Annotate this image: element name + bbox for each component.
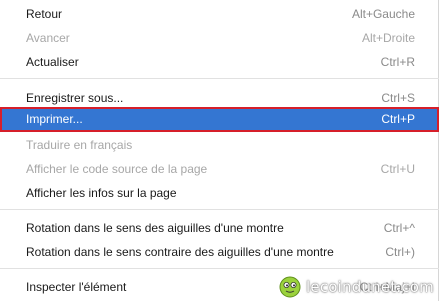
menu-item-shortcut: Ctrl+) <box>385 245 415 259</box>
menu-item-rotation-horaire[interactable]: Rotation dans le sens des aiguilles d'un… <box>0 216 439 240</box>
menu-item-label: Afficher les infos sur la page <box>26 186 177 200</box>
menu-item-shortcut: Ctrl+U <box>380 162 415 176</box>
menu-item-code-source: Afficher le code source de la page Ctrl+… <box>0 157 439 181</box>
menu-item-infos-page[interactable]: Afficher les infos sur la page <box>0 181 439 205</box>
menu-separator <box>0 268 439 269</box>
menu-item-label: Avancer <box>26 31 70 45</box>
menu-item-shortcut: Ctrl+R <box>380 55 415 69</box>
menu-item-label: Retour <box>26 7 63 21</box>
watermark-text: lecoindunet.com <box>306 278 434 296</box>
menu-item-label: Imprimer... <box>26 112 83 126</box>
menu-item-label: Rotation dans le sens contraire des aigu… <box>26 245 334 259</box>
menu-item-label: Traduire en français <box>26 138 133 152</box>
menu-item-label: Inspecter l'élément <box>26 280 127 294</box>
menu-item-actualiser[interactable]: Actualiser Ctrl+R <box>0 50 439 74</box>
menu-item-shortcut: Alt+Droite <box>361 31 415 45</box>
menu-separator <box>0 209 439 210</box>
menu-item-retour[interactable]: Retour Alt+Gauche <box>0 2 439 26</box>
menu-item-traduire: Traduire en français <box>0 133 439 157</box>
smiley-icon <box>279 276 301 298</box>
menu-item-avancer: Avancer Alt+Droite <box>0 26 439 50</box>
menu-item-shortcut: Alt+Gauche <box>351 7 415 21</box>
menu-item-rotation-antihoraire[interactable]: Rotation dans le sens contraire des aigu… <box>0 240 439 264</box>
menu-item-shortcut: Ctrl+P <box>381 112 415 126</box>
menu-separator <box>0 78 439 79</box>
menu-item-label: Actualiser <box>26 55 79 69</box>
menu-item-imprimer[interactable]: Imprimer... Ctrl+P <box>0 107 439 132</box>
menu-item-shortcut: Ctrl+^ <box>383 221 415 235</box>
menu-item-label: Afficher le code source de la page <box>26 162 208 176</box>
watermark: lecoindunet.com <box>279 275 434 299</box>
context-menu: Retour Alt+Gauche Avancer Alt+Droite Act… <box>0 0 439 301</box>
menu-item-label: Rotation dans le sens des aiguilles d'un… <box>26 221 284 235</box>
